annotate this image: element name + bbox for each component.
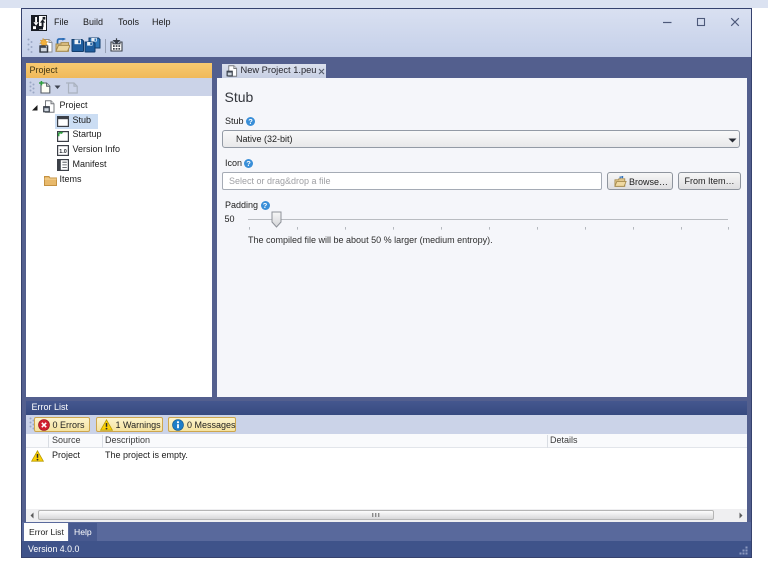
svg-text:1.0: 1.0 (59, 149, 67, 155)
